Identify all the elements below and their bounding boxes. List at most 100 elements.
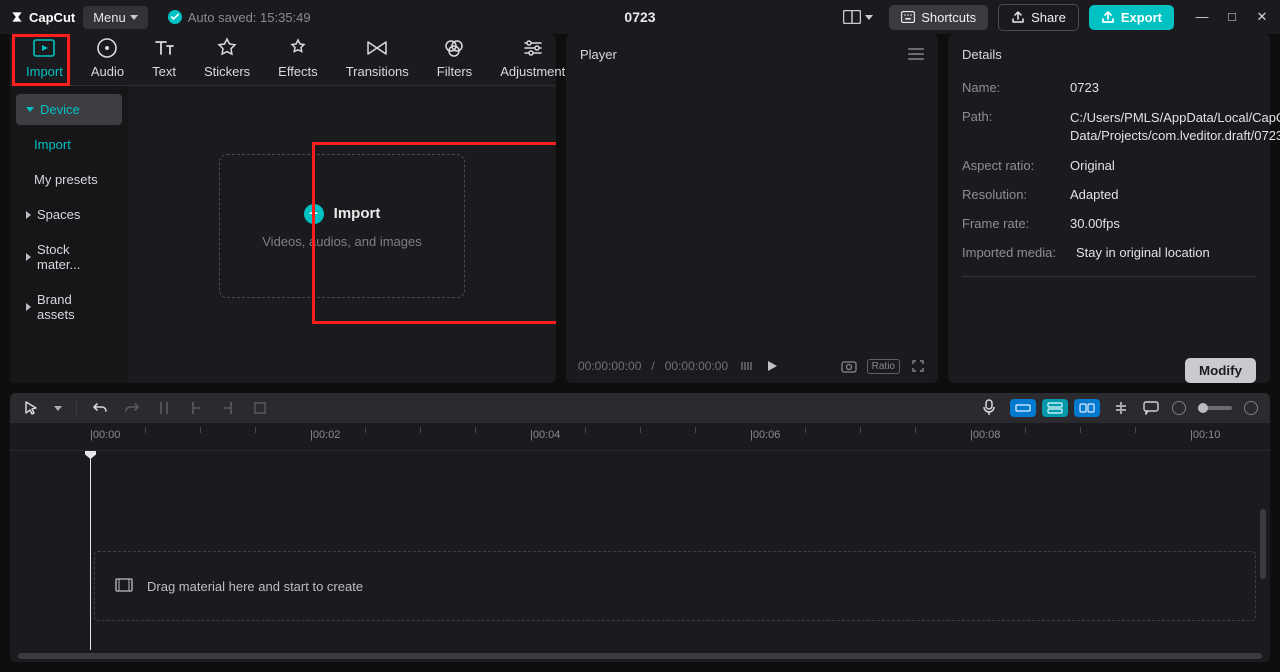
ruler-mark: |00:06	[750, 429, 780, 441]
dropzone-title: Import	[334, 205, 381, 222]
window-controls: — □ ✕	[1194, 9, 1270, 25]
effects-icon	[287, 37, 309, 59]
app-name: CapCut	[29, 10, 75, 25]
modify-button[interactable]: Modify	[1185, 358, 1256, 383]
player-title: Player	[580, 47, 617, 62]
split-button	[155, 399, 173, 417]
detail-label-name: Name:	[962, 80, 1062, 95]
undo-button[interactable]	[91, 399, 109, 417]
player-panel: Player 00:00:00:00 / 00:00:00:00 Ratio	[566, 34, 938, 383]
text-icon	[153, 37, 175, 59]
project-title: 0723	[624, 9, 655, 25]
align-icon[interactable]	[1112, 399, 1130, 417]
player-time-total: 00:00:00:00	[665, 359, 728, 373]
feedback-icon[interactable]	[1142, 399, 1160, 417]
tab-stickers[interactable]: Stickers	[204, 37, 250, 79]
snapshot-icon[interactable]	[841, 358, 857, 374]
ruler-mark: |00:08	[970, 429, 1000, 441]
tab-text[interactable]: Text	[152, 37, 176, 79]
check-badge-icon	[168, 10, 182, 24]
detail-label-framerate: Frame rate:	[962, 216, 1062, 231]
player-viewport[interactable]	[566, 74, 938, 349]
mode-tabs: Import Audio Text Stickers Effects Trans…	[10, 34, 556, 86]
timeline-panel: |00:00 |00:02 |00:04 |00:06 |00:08 |00:1…	[10, 393, 1270, 662]
audio-icon	[96, 37, 118, 59]
capcut-logo-icon	[10, 10, 24, 24]
player-time-current: 00:00:00:00	[578, 359, 641, 373]
track-mode-1[interactable]	[1010, 399, 1036, 417]
sidebar-item-brand-assets[interactable]: Brand assets	[16, 284, 122, 330]
detail-label-aspect: Aspect ratio:	[962, 158, 1062, 173]
sidebar-item-my-presets[interactable]: My presets	[16, 164, 122, 195]
import-sidebar: Device Import My presets Spaces Stock ma…	[10, 86, 128, 383]
player-menu-icon[interactable]	[908, 48, 924, 60]
transitions-icon	[366, 37, 388, 59]
track-mode-3[interactable]	[1074, 399, 1100, 417]
maximize-button[interactable]: □	[1224, 9, 1240, 25]
horizontal-scrollbar[interactable]	[10, 650, 1270, 662]
frame-step-icon[interactable]	[738, 358, 754, 374]
layout-icon	[843, 10, 861, 24]
dropzone-subtitle: Videos, audios, and images	[262, 234, 421, 249]
timeline-ruler[interactable]: |00:00 |00:02 |00:04 |00:06 |00:08 |00:1…	[10, 423, 1270, 451]
playhead-handle-icon[interactable]	[85, 451, 96, 459]
tab-audio[interactable]: Audio	[91, 37, 124, 79]
trim-right-button	[219, 399, 237, 417]
ruler-mark: |00:00	[90, 429, 120, 441]
detail-label-imported: Imported media:	[962, 245, 1068, 260]
playhead[interactable]	[90, 451, 91, 650]
zoom-fit-icon[interactable]	[1244, 401, 1258, 415]
chevron-right-icon	[26, 303, 31, 311]
share-button[interactable]: Share	[998, 4, 1079, 31]
media-icon	[33, 37, 55, 59]
tab-transitions[interactable]: Transitions	[346, 37, 409, 79]
zoom-slider[interactable]	[1198, 406, 1232, 410]
sidebar-item-spaces[interactable]: Spaces	[16, 199, 122, 230]
detail-value-aspect: Original	[1070, 158, 1115, 173]
media-panel: Import Audio Text Stickers Effects Trans…	[10, 34, 556, 383]
detail-label-resolution: Resolution:	[962, 187, 1062, 202]
fullscreen-icon[interactable]	[910, 358, 926, 374]
tab-filters[interactable]: Filters	[437, 37, 472, 79]
sidebar-item-import[interactable]: Import	[16, 129, 122, 160]
detail-value-framerate: 30.00fps	[1070, 216, 1120, 231]
chevron-right-icon	[26, 253, 31, 261]
microphone-icon[interactable]	[980, 399, 998, 417]
sidebar-item-stock-materials[interactable]: Stock mater...	[16, 234, 122, 280]
export-button[interactable]: Export	[1089, 5, 1174, 30]
details-title: Details	[962, 47, 1002, 62]
tab-adjustment[interactable]: Adjustment	[500, 37, 565, 79]
keyboard-icon	[901, 11, 915, 23]
delete-button	[251, 399, 269, 417]
menu-button[interactable]: Menu	[83, 6, 148, 29]
detail-value-imported: Stay in original location	[1076, 245, 1210, 260]
chevron-right-icon	[26, 211, 31, 219]
ratio-button[interactable]: Ratio	[867, 359, 900, 374]
import-dropzone[interactable]: + Import Videos, audios, and images	[219, 154, 465, 298]
track-mode-2[interactable]	[1042, 399, 1068, 417]
detail-value-name: 0723	[1070, 80, 1099, 95]
track-mode-group	[1010, 399, 1100, 417]
tab-effects[interactable]: Effects	[278, 37, 318, 79]
detail-value-path: C:/Users/PMLS/AppData/Local/CapCut/User …	[1070, 109, 1280, 144]
play-button[interactable]	[764, 358, 780, 374]
close-button[interactable]: ✕	[1254, 9, 1270, 25]
timeline-dropzone[interactable]: Drag material here and start to create	[94, 551, 1256, 621]
layout-preset-button[interactable]	[837, 6, 879, 28]
plus-circle-icon: +	[304, 204, 324, 224]
ruler-mark: |00:02	[310, 429, 340, 441]
minimize-button[interactable]: —	[1194, 9, 1210, 25]
select-tool-icon[interactable]	[22, 399, 40, 417]
redo-button	[123, 399, 141, 417]
timeline-tracks[interactable]: Drag material here and start to create	[10, 451, 1270, 650]
stickers-icon	[216, 37, 238, 59]
share-icon	[1011, 10, 1025, 24]
zoom-out-icon[interactable]	[1172, 401, 1186, 415]
chevron-down-icon[interactable]	[54, 406, 62, 411]
shortcuts-button[interactable]: Shortcuts	[889, 5, 988, 30]
player-controls: 00:00:00:00 / 00:00:00:00 Ratio	[566, 349, 938, 383]
vertical-scrollbar[interactable]	[1260, 479, 1268, 638]
sidebar-item-device[interactable]: Device	[16, 94, 122, 125]
timeline-drop-hint: Drag material here and start to create	[147, 579, 363, 594]
tab-import[interactable]: Import	[26, 37, 63, 79]
